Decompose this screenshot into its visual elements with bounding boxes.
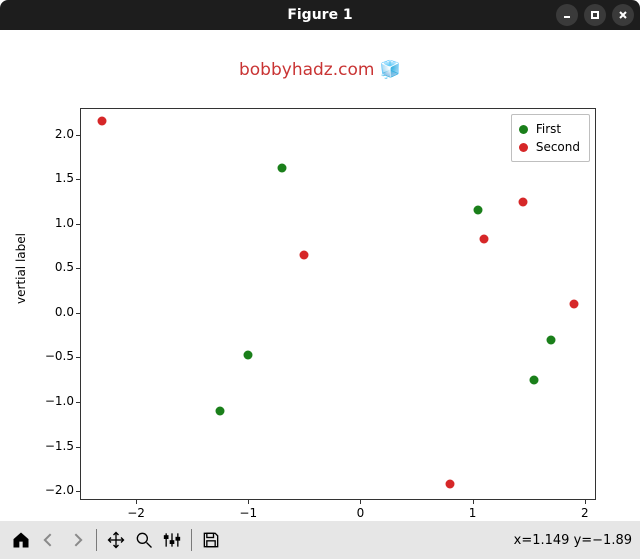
data-point: [98, 117, 107, 126]
close-button[interactable]: [612, 4, 634, 26]
y-tick: [76, 179, 80, 180]
data-point: [547, 335, 556, 344]
y-tick: [76, 447, 80, 448]
y-tick: [76, 313, 80, 314]
figure-area: bobbyhadz.com 🧊 vertial label horizontal…: [0, 30, 640, 521]
toolbar: x=1.149 y=−1.89: [0, 521, 640, 559]
x-tick: [360, 500, 361, 504]
y-tick: [76, 357, 80, 358]
chart-title-text: bobbyhadz.com: [239, 60, 374, 80]
window-controls: [556, 0, 634, 30]
y-tick: [76, 268, 80, 269]
zoom-button[interactable]: [131, 527, 157, 553]
back-button[interactable]: [36, 527, 62, 553]
y-tick: [76, 224, 80, 225]
data-point: [446, 479, 455, 488]
x-tick: [136, 500, 137, 504]
data-point: [569, 300, 578, 309]
x-tick: [585, 500, 586, 504]
x-tick-label: −2: [121, 506, 151, 520]
y-axis-label: vertial label: [14, 233, 28, 304]
window-title: Figure 1: [0, 7, 640, 23]
x-tick-label: −1: [233, 506, 263, 520]
y-tick-label: −2.0: [34, 483, 74, 497]
data-point: [300, 251, 309, 260]
y-tick-label: 1.5: [34, 171, 74, 185]
y-tick-label: 1.0: [34, 216, 74, 230]
y-tick-label: 0.5: [34, 260, 74, 274]
maximize-button[interactable]: [584, 4, 606, 26]
legend-marker-icon: [519, 125, 528, 134]
y-tick-label: −0.5: [34, 349, 74, 363]
legend: First Second: [511, 114, 590, 162]
x-tick: [473, 500, 474, 504]
y-tick: [76, 402, 80, 403]
toolbar-separator: [191, 529, 192, 551]
x-tick-label: 2: [570, 506, 600, 520]
home-button[interactable]: [8, 527, 34, 553]
y-tick: [76, 135, 80, 136]
data-point: [277, 163, 286, 172]
legend-label: First: [536, 122, 561, 136]
cube-icon: 🧊: [380, 60, 401, 80]
cursor-coordinates: x=1.149 y=−1.89: [514, 533, 632, 548]
data-point: [530, 375, 539, 384]
plot-area[interactable]: [80, 108, 596, 500]
y-tick-label: −1.5: [34, 439, 74, 453]
legend-item: Second: [519, 138, 580, 156]
legend-marker-icon: [519, 143, 528, 152]
pan-button[interactable]: [103, 527, 129, 553]
configure-subplots-button[interactable]: [159, 527, 185, 553]
forward-button[interactable]: [64, 527, 90, 553]
data-point: [244, 350, 253, 359]
data-point: [479, 234, 488, 243]
x-tick: [248, 500, 249, 504]
window-titlebar: Figure 1: [0, 0, 640, 30]
x-tick-label: 0: [345, 506, 375, 520]
y-tick-label: 2.0: [34, 127, 74, 141]
legend-label: Second: [536, 140, 580, 154]
y-tick: [76, 491, 80, 492]
y-tick-label: 0.0: [34, 305, 74, 319]
data-point: [519, 197, 528, 206]
chart-title: bobbyhadz.com 🧊: [0, 60, 640, 80]
save-button[interactable]: [198, 527, 224, 553]
data-point: [216, 406, 225, 415]
x-tick-label: 1: [458, 506, 488, 520]
data-point: [474, 206, 483, 215]
legend-item: First: [519, 120, 580, 138]
y-tick-label: −1.0: [34, 394, 74, 408]
minimize-button[interactable]: [556, 4, 578, 26]
toolbar-separator: [96, 529, 97, 551]
